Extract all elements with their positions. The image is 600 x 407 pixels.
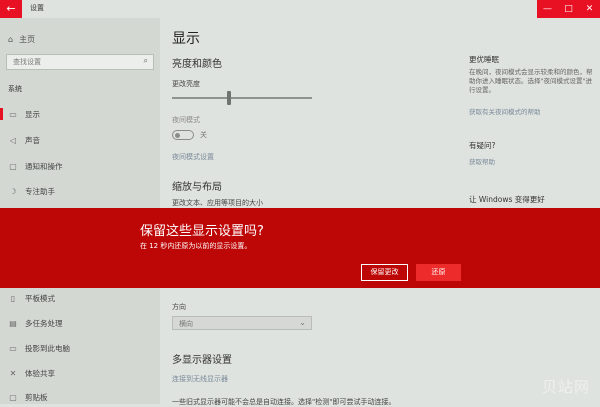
back-arrow-icon: ← bbox=[6, 2, 16, 15]
watermark: 贝站网 bbox=[541, 378, 590, 396]
sidebar-item-projecting[interactable]: ▭ 投影到此电脑 bbox=[8, 343, 70, 354]
sidebar-item-label: 剪贴板 bbox=[25, 393, 48, 402]
improve-heading: 让 Windows 变得更好 bbox=[469, 195, 545, 204]
brightness-label: 更改亮度 bbox=[172, 80, 200, 88]
sidebar-home-label: 主页 bbox=[19, 35, 36, 44]
sidebar-section-title: 系统 bbox=[8, 85, 22, 93]
sidebar-item-label: 平板模式 bbox=[25, 294, 55, 303]
get-help-link[interactable]: 获取帮助 bbox=[469, 156, 495, 166]
multitasking-icon: ▤ bbox=[9, 319, 17, 328]
sidebar-item-sound[interactable]: ◁ 声音 bbox=[8, 135, 40, 146]
active-indicator bbox=[0, 108, 3, 120]
focus-assist-icon: ☽ bbox=[9, 187, 17, 196]
sidebar-item-label: 专注助手 bbox=[25, 187, 55, 196]
tablet-mode-icon: ▯ bbox=[10, 294, 16, 303]
projecting-icon: ▭ bbox=[9, 344, 17, 353]
wireless-display-link[interactable]: 连接到无线显示器 bbox=[172, 374, 228, 384]
sound-icon: ◁ bbox=[9, 136, 17, 145]
night-light-label: 夜间模式 bbox=[172, 116, 200, 124]
sidebar-item-clipboard[interactable]: ▢ 剪贴板 bbox=[8, 392, 48, 403]
sleep-text: 在晚间，夜间模式会显示较柔和的颜色，帮助你进入睡眠状态。选择"夜间模式设置"进行… bbox=[469, 68, 593, 94]
shared-experiences-icon: ✕ bbox=[9, 369, 17, 378]
scale-label: 更改文本、应用等项目的大小 bbox=[172, 199, 263, 207]
sidebar-item-display[interactable]: ▭ 显示 bbox=[8, 109, 40, 120]
night-light-toggle[interactable] bbox=[172, 130, 194, 140]
orientation-value: 横向 bbox=[179, 320, 193, 328]
brightness-slider-thumb[interactable] bbox=[227, 91, 231, 105]
revert-button[interactable]: 还原 bbox=[416, 264, 461, 281]
keep-changes-button[interactable]: 保留更改 bbox=[361, 264, 408, 281]
orientation-label: 方向 bbox=[172, 303, 186, 311]
sidebar-item-label: 通知和操作 bbox=[25, 162, 63, 171]
page-title: 显示 bbox=[172, 31, 200, 47]
multi-display-heading: 多显示器设置 bbox=[172, 355, 232, 366]
sidebar-item-label: 体验共享 bbox=[25, 369, 55, 378]
sleep-heading: 更优睡眠 bbox=[469, 55, 499, 64]
sidebar-item-multitasking[interactable]: ▤ 多任务处理 bbox=[8, 318, 63, 329]
sidebar-item-label: 投影到此电脑 bbox=[25, 344, 70, 353]
chevron-down-icon: ⌄ bbox=[299, 318, 306, 327]
window-controls: — □ ✕ bbox=[537, 0, 600, 18]
notifications-icon: ▢ bbox=[9, 162, 17, 171]
search-icon: ⌕ bbox=[143, 56, 148, 65]
brightness-heading: 亮度和颜色 bbox=[172, 59, 222, 70]
sidebar-item-shared-experiences[interactable]: ✕ 体验共享 bbox=[8, 368, 55, 379]
sidebar-item-label: 显示 bbox=[25, 110, 40, 119]
clipboard-icon: ▢ bbox=[9, 393, 17, 402]
dialog-title: 保留这些显示设置吗? bbox=[140, 224, 264, 239]
night-light-settings-link[interactable]: 夜间模式设置 bbox=[172, 152, 214, 162]
minimize-button[interactable]: — bbox=[537, 0, 558, 18]
keep-settings-dialog: 保留这些显示设置吗? 在 12 秒内还原为以前的显示设置。 保留更改 还原 bbox=[0, 208, 600, 288]
brightness-slider-track[interactable] bbox=[172, 97, 312, 99]
back-button[interactable]: ← bbox=[0, 0, 22, 18]
sleep-help-link[interactable]: 获取有关夜间模式的帮助 bbox=[469, 106, 541, 116]
dialog-countdown-text: 在 12 秒内还原为以前的显示设置。 bbox=[140, 242, 252, 250]
sidebar-item-notifications[interactable]: ▢ 通知和操作 bbox=[8, 161, 63, 172]
question-heading: 有疑问? bbox=[469, 141, 496, 150]
search-input[interactable]: 查找设置 ⌕ bbox=[6, 54, 154, 70]
sidebar-home[interactable]: ⌂ 主页 bbox=[8, 34, 35, 45]
orientation-dropdown[interactable]: 横向 ⌄ bbox=[172, 316, 312, 330]
multi-display-footer: 一些旧式显示器可能不会总是自动连接。选择"检测"即可尝试手动连接。 bbox=[172, 398, 396, 406]
sidebar-item-label: 多任务处理 bbox=[25, 319, 63, 328]
window-title: 设置 bbox=[30, 4, 44, 12]
night-light-state: 关 bbox=[200, 131, 207, 139]
sidebar-item-label: 声音 bbox=[25, 136, 40, 145]
search-placeholder: 查找设置 bbox=[13, 58, 41, 66]
sidebar-item-tablet-mode[interactable]: ▯ 平板模式 bbox=[8, 293, 55, 304]
maximize-button[interactable]: □ bbox=[558, 0, 579, 18]
scale-heading: 缩放与布局 bbox=[172, 182, 222, 193]
home-icon: ⌂ bbox=[8, 35, 14, 44]
title-bar: ← 设置 — □ ✕ bbox=[0, 0, 600, 18]
display-icon: ▭ bbox=[9, 110, 17, 119]
close-button[interactable]: ✕ bbox=[579, 0, 600, 18]
sidebar-item-focus-assist[interactable]: ☽ 专注助手 bbox=[8, 186, 55, 197]
